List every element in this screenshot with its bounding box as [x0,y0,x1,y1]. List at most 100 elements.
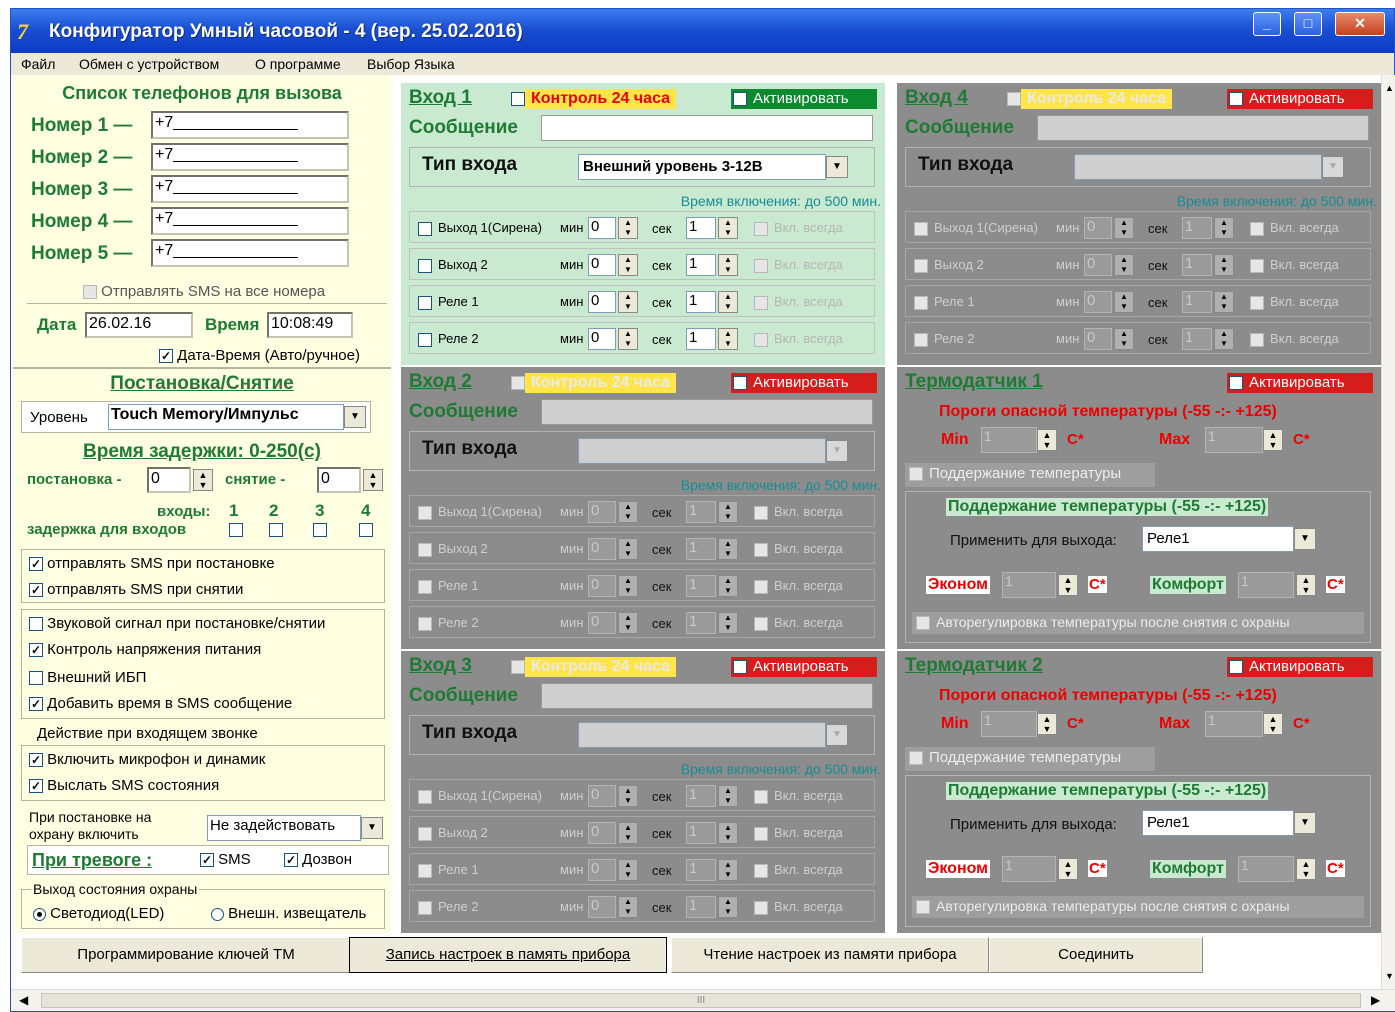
output-checkbox[interactable] [418,221,432,236]
input-delay-checkbox-4[interactable] [359,523,373,537]
activate-toggle[interactable]: ✓ Активировать [731,89,877,109]
min-value[interactable]: 0 [588,859,616,881]
input-type-select[interactable] [578,438,826,464]
min-spinner[interactable]: ▲ ▼ [618,785,638,807]
connect-button[interactable]: Соединить [989,937,1203,973]
always-on-row[interactable]: Вкл. всегда [754,615,843,631]
min-spinner[interactable]: ▲ ▼ [618,538,638,560]
output-name-row[interactable]: Выход 1(Сирена) [418,788,542,804]
control24-checkbox[interactable] [511,91,525,106]
control24-toggle[interactable]: Контроль 24 часа [511,373,677,393]
alarm-sms-row[interactable]: ✓ SMS [200,851,251,868]
chevron-down-icon[interactable]: ▼ [1322,156,1344,178]
comfort-spinner[interactable]: ▲ ▼ [1296,574,1316,596]
sound-row[interactable]: Звуковой сигнал при постановке/снятии [29,615,325,632]
input-delay-checkbox-3[interactable] [313,523,327,537]
sec-spinner[interactable]: ▲ ▼ [718,859,738,881]
read-settings-button[interactable]: Чтение настроек из памяти прибора [671,937,989,973]
output-name-row[interactable]: Выход 2 [914,257,984,273]
led-radio[interactable] [33,907,46,921]
min-spinner[interactable]: ▲ ▼ [618,328,638,350]
output-checkbox[interactable] [418,863,432,878]
menu-about[interactable]: О программе [255,56,341,72]
maintain-row[interactable]: Поддержание температуры [905,463,1155,487]
output-name-row[interactable]: Выход 2 [418,541,488,557]
output-checkbox[interactable] [418,616,432,631]
auto-time-row[interactable]: ✓ Дата-Время (Авто/ручное) [159,347,360,364]
sec-value[interactable]: 1 [686,612,716,634]
auto-reg-checkbox[interactable] [916,616,930,631]
sec-value[interactable]: 1 [686,538,716,560]
activate-toggle[interactable]: Активировать [731,373,877,393]
always-on-checkbox[interactable] [754,900,768,915]
sec-value[interactable]: 1 [686,328,716,350]
max-temp-spinner[interactable]: ▲ ▼ [1263,713,1283,735]
min-value[interactable]: 0 [588,575,616,597]
vertical-scrollbar[interactable]: ▲ ▼ [1381,75,1395,989]
always-on-checkbox[interactable] [754,295,768,310]
always-on-row[interactable]: Вкл. всегда [754,257,843,273]
input-delay-checkbox-1[interactable] [229,523,243,537]
always-on-checkbox[interactable] [754,542,768,557]
min-spinner[interactable]: ▲ ▼ [1114,328,1134,350]
set-delay-field[interactable]: 0 [147,467,191,493]
always-on-checkbox[interactable] [754,579,768,594]
min-spinner[interactable]: ▲ ▼ [618,896,638,918]
always-on-checkbox[interactable] [754,616,768,631]
output-name-row[interactable]: Реле 1 [914,294,975,310]
message-input[interactable] [541,683,873,709]
send-state-row[interactable]: ✓ Выслать SMS состояния [29,777,219,794]
output-checkbox[interactable] [914,332,928,347]
min-temp-spinner[interactable]: ▲ ▼ [1037,429,1057,451]
output-checkbox[interactable] [418,332,432,347]
min-spinner[interactable]: ▲ ▼ [618,822,638,844]
date-field[interactable]: 26.02.16 [85,312,193,338]
always-on-checkbox[interactable] [754,863,768,878]
always-on-row[interactable]: Вкл. всегда [1250,331,1339,347]
sms-all-checkbox[interactable] [83,285,97,300]
min-spinner[interactable]: ▲ ▼ [618,612,638,634]
scroll-up-icon[interactable]: ▲ [1385,83,1394,93]
time-sms-checkbox[interactable]: ✓ [29,697,43,712]
chevron-down-icon[interactable]: ▼ [344,406,366,428]
maintain-checkbox[interactable] [909,751,923,766]
menu-language[interactable]: Выбор Языка [367,56,455,72]
maximize-icon[interactable]: □ [1294,12,1322,36]
auto-reg-row[interactable]: Авторегулировка температуры после снятия… [912,896,1364,918]
control24-toggle[interactable]: Контроль 24 часа [511,657,677,677]
output-checkbox[interactable] [418,542,432,557]
sec-value[interactable]: 1 [686,896,716,918]
alarm-sms-checkbox[interactable]: ✓ [200,853,214,868]
chevron-down-icon[interactable]: ▼ [826,440,848,462]
sec-value[interactable]: 1 [1182,217,1212,239]
thermo-activate-checkbox[interactable] [1229,376,1243,391]
control24-checkbox[interactable] [511,375,525,390]
maintain-row[interactable]: Поддержание температуры [905,747,1155,771]
mic-row[interactable]: ✓ Включить микрофон и динамик [29,751,265,768]
min-spinner[interactable]: ▲ ▼ [618,291,638,313]
econom-field[interactable]: 1 [1002,572,1056,598]
sec-spinner[interactable]: ▲ ▼ [718,538,738,560]
always-on-checkbox[interactable] [754,505,768,520]
min-spinner[interactable]: ▲ ▼ [618,501,638,523]
output-name-row[interactable]: Выход 2 [418,825,488,841]
min-value[interactable]: 0 [1084,291,1112,313]
ext-row[interactable]: Внешн. извещатель [211,905,366,922]
always-on-row[interactable]: Вкл. всегда [754,220,843,236]
control24-toggle[interactable]: Контроль 24 часа [511,89,677,109]
econom-spinner[interactable]: ▲ ▼ [1058,858,1078,880]
always-on-checkbox[interactable] [754,826,768,841]
min-spinner[interactable]: ▲ ▼ [618,254,638,276]
menu-exchange[interactable]: Обмен с устройством [79,56,219,72]
always-on-checkbox[interactable] [754,258,768,273]
activate-toggle[interactable]: Активировать [1227,89,1373,109]
sec-spinner[interactable]: ▲ ▼ [718,896,738,918]
econom-spinner[interactable]: ▲ ▼ [1058,574,1078,596]
time-sms-row[interactable]: ✓ Добавить время в SMS сообщение [29,695,292,712]
output-name-row[interactable]: Реле 1 [418,294,479,310]
sound-checkbox[interactable] [29,617,43,632]
min-value[interactable]: 0 [588,822,616,844]
sec-spinner[interactable]: ▲ ▼ [718,328,738,350]
unset-delay-spinner[interactable]: ▲ ▼ [363,469,383,491]
always-on-checkbox[interactable] [754,221,768,236]
